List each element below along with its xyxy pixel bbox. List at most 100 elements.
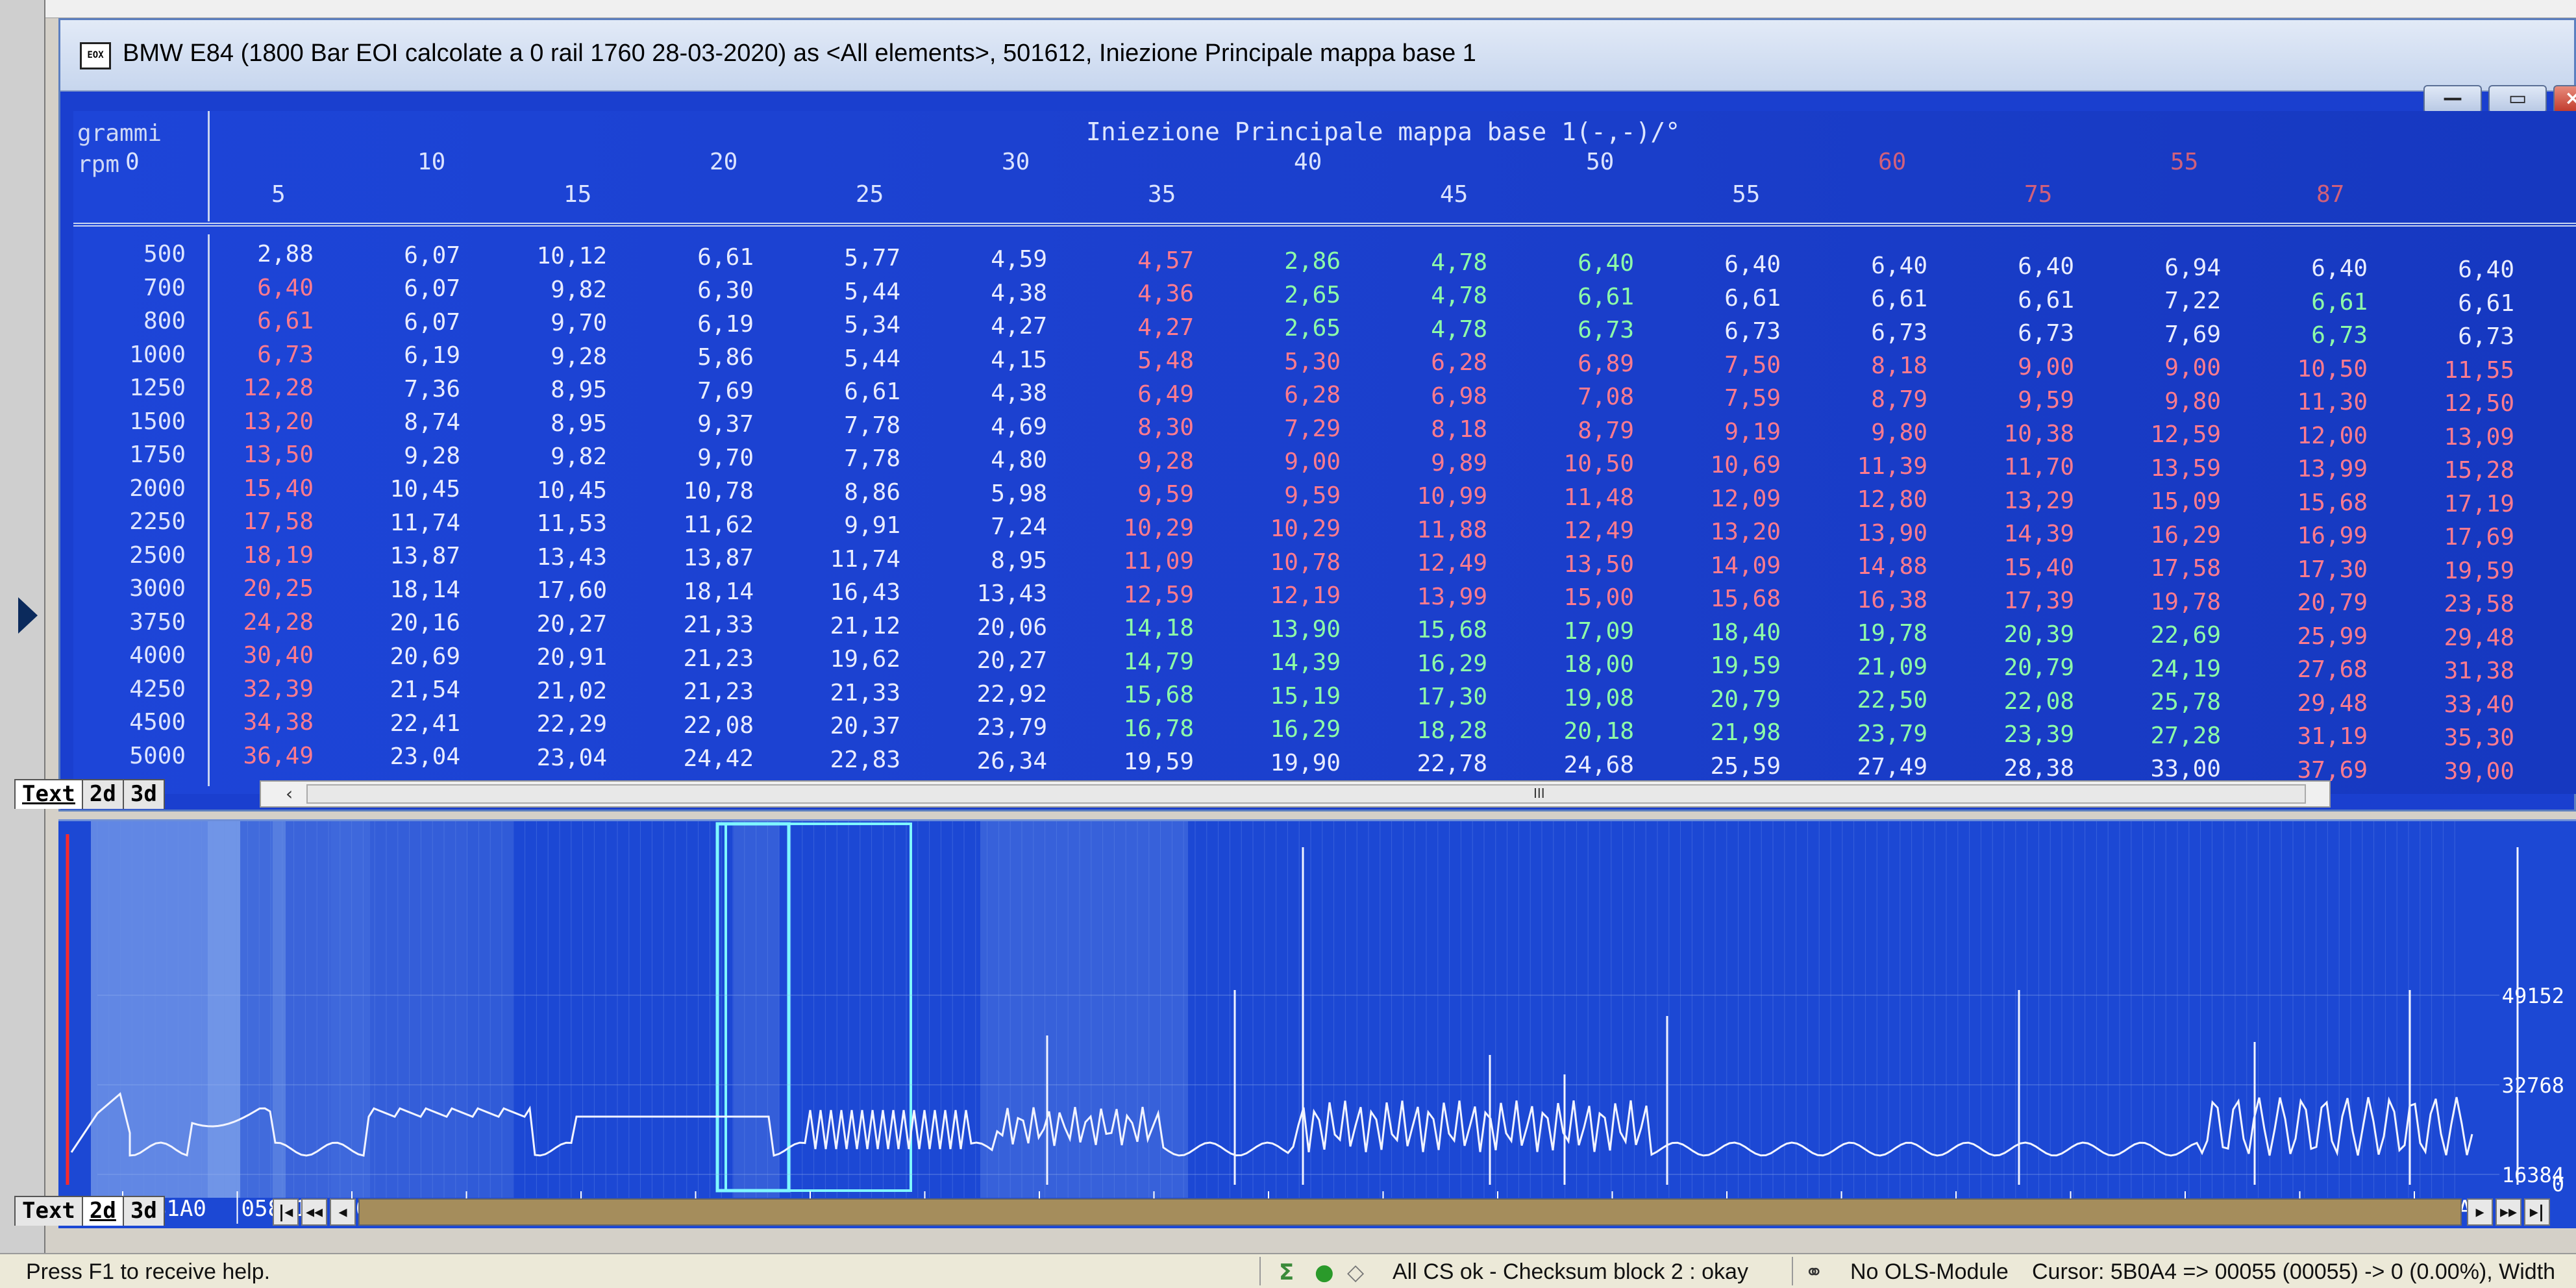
hex-first-button[interactable]: |◂ bbox=[273, 1198, 299, 1226]
map-cell[interactable]: 5,34 bbox=[771, 312, 900, 338]
map-cell[interactable]: 15,40 bbox=[1944, 554, 2074, 581]
map-cell[interactable]: 19,62 bbox=[771, 646, 900, 673]
map-cell[interactable]: 20,91 bbox=[477, 644, 607, 671]
map-cell[interactable]: 13,50 bbox=[184, 441, 314, 468]
map-cell[interactable]: 6,40 bbox=[1798, 253, 1927, 279]
panel-arrow-icon[interactable] bbox=[18, 597, 38, 634]
map-cell[interactable]: 19,59 bbox=[2384, 558, 2514, 584]
map-cell[interactable]: 36,49 bbox=[184, 743, 314, 769]
map-cell[interactable]: 14,88 bbox=[1798, 553, 1927, 580]
map-cell[interactable]: 12,28 bbox=[184, 375, 314, 401]
map-cell[interactable]: 15,28 bbox=[2384, 457, 2514, 484]
map-cell[interactable]: 12,09 bbox=[1651, 486, 1781, 512]
map-cell[interactable]: 6,73 bbox=[1944, 320, 2074, 347]
map-cell[interactable]: 13,87 bbox=[330, 543, 460, 569]
map-cell[interactable]: 10,45 bbox=[477, 477, 607, 504]
map-cell[interactable]: 13,29 bbox=[1944, 488, 2074, 514]
map-cell[interactable]: 9,70 bbox=[624, 445, 754, 471]
map-cell[interactable]: 9,91 bbox=[771, 512, 900, 539]
map-cell[interactable]: 20,25 bbox=[184, 575, 314, 602]
map-cell[interactable]: 6,07 bbox=[330, 242, 460, 269]
map-cell[interactable]: 22,92 bbox=[917, 681, 1047, 708]
map-cell[interactable]: 18,00 bbox=[1504, 651, 1634, 678]
map-cell[interactable]: 4,78 bbox=[1357, 282, 1487, 309]
map-cell[interactable]: 26,34 bbox=[917, 748, 1047, 774]
map-cell[interactable]: 2,86 bbox=[1211, 248, 1341, 275]
map-cell[interactable]: 16,29 bbox=[1357, 650, 1487, 677]
map-cell[interactable]: 20,16 bbox=[330, 610, 460, 636]
map-cell[interactable]: 6,07 bbox=[330, 275, 460, 302]
map-cell[interactable]: 12,59 bbox=[2091, 421, 2221, 448]
map-cell[interactable]: 6,61 bbox=[1651, 285, 1781, 312]
map-cell[interactable]: 20,79 bbox=[2238, 589, 2368, 616]
map-cell[interactable]: 10,78 bbox=[624, 478, 754, 504]
map-cell[interactable]: 9,00 bbox=[1944, 354, 2074, 380]
map-cell[interactable]: 6,40 bbox=[2238, 255, 2368, 282]
map-cell[interactable]: 4,69 bbox=[917, 414, 1047, 440]
map-window-icon[interactable]: EOX bbox=[80, 42, 111, 69]
map-cell[interactable]: 7,50 bbox=[1651, 352, 1781, 378]
map-cell[interactable]: 13,43 bbox=[477, 544, 607, 571]
map-cell[interactable]: 7,69 bbox=[2091, 321, 2221, 348]
map-cell[interactable]: 16,29 bbox=[2091, 522, 2221, 549]
map-cell[interactable]: 8,74 bbox=[330, 409, 460, 436]
map-cell[interactable]: 18,19 bbox=[184, 542, 314, 569]
map-cell[interactable]: 9,70 bbox=[477, 310, 607, 336]
map-cell[interactable]: 5,86 bbox=[624, 344, 754, 371]
map-cell[interactable]: 6,28 bbox=[1211, 382, 1341, 408]
map-cell[interactable]: 9,00 bbox=[2091, 354, 2221, 381]
hex-scrollbar[interactable] bbox=[358, 1198, 2462, 1226]
map-cell[interactable]: 19,90 bbox=[1211, 750, 1341, 776]
hex-tab-text[interactable]: Text bbox=[14, 1196, 83, 1226]
map-cell[interactable]: 7,22 bbox=[2091, 288, 2221, 314]
map-cell[interactable]: 20,69 bbox=[330, 643, 460, 670]
title-bar[interactable]: EOX BMW E84 (1800 Bar EOI calcolate a 0 … bbox=[60, 20, 2574, 92]
map-cell[interactable]: 4,27 bbox=[917, 313, 1047, 340]
map-cell[interactable]: 17,09 bbox=[1504, 618, 1634, 645]
map-cell[interactable]: 17,30 bbox=[1357, 684, 1487, 710]
map-cell[interactable]: 6,98 bbox=[1357, 383, 1487, 410]
map-cell[interactable]: 6,40 bbox=[1504, 250, 1634, 277]
map-cell[interactable]: 15,09 bbox=[2091, 488, 2221, 515]
hex-tab-3d[interactable]: 3d bbox=[122, 1196, 165, 1226]
map-cell[interactable]: 20,27 bbox=[477, 611, 607, 638]
map-cell[interactable]: 12,80 bbox=[1798, 486, 1927, 513]
minimize-button[interactable]: — bbox=[2423, 85, 2482, 114]
hex-last-button[interactable]: ▸| bbox=[2524, 1198, 2550, 1226]
map-cell[interactable]: 24,42 bbox=[624, 745, 754, 772]
map-cell[interactable]: 6,61 bbox=[1504, 284, 1634, 310]
map-cell[interactable]: 14,39 bbox=[1211, 649, 1341, 676]
map-cell[interactable]: 22,69 bbox=[2091, 622, 2221, 649]
tab-2d[interactable]: 2d bbox=[81, 779, 124, 809]
map-cell[interactable]: 9,80 bbox=[1798, 419, 1927, 446]
map-cell[interactable]: 10,29 bbox=[1064, 515, 1194, 541]
map-cell[interactable]: 5,44 bbox=[771, 345, 900, 372]
map-cell[interactable]: 11,53 bbox=[477, 510, 607, 537]
map-cell[interactable]: 23,04 bbox=[477, 745, 607, 771]
map-cell[interactable]: 6,19 bbox=[624, 311, 754, 338]
map-cell[interactable]: 11,74 bbox=[330, 510, 460, 536]
map-cell[interactable]: 28,38 bbox=[1944, 755, 2074, 782]
map-cell[interactable]: 6,61 bbox=[1798, 286, 1927, 312]
map-cell[interactable]: 9,59 bbox=[1064, 481, 1194, 508]
map-cell[interactable]: 34,38 bbox=[184, 709, 314, 736]
hex-prev-button[interactable]: ◂ bbox=[330, 1198, 356, 1226]
map-cell[interactable]: 10,99 bbox=[1357, 483, 1487, 510]
map-cell[interactable]: 12,49 bbox=[1357, 550, 1487, 576]
map-cell[interactable]: 13,09 bbox=[2384, 424, 2514, 451]
map-cell[interactable]: 2,88 bbox=[184, 241, 314, 267]
map-cell[interactable]: 14,39 bbox=[1944, 521, 2074, 547]
map-cell[interactable]: 15,19 bbox=[1211, 683, 1341, 710]
map-cell[interactable]: 6,61 bbox=[2384, 290, 2514, 317]
map-cell[interactable]: 6,19 bbox=[330, 342, 460, 369]
map-cell[interactable]: 20,37 bbox=[771, 713, 900, 739]
hex-prev-page-button[interactable]: ◂◂ bbox=[301, 1198, 327, 1226]
map-cell[interactable]: 21,23 bbox=[624, 678, 754, 705]
map-cell[interactable]: 11,62 bbox=[624, 512, 754, 538]
map-horizontal-scrollbar[interactable]: III bbox=[260, 780, 2331, 808]
map-cell[interactable]: 6,40 bbox=[184, 275, 314, 301]
map-cell[interactable]: 17,69 bbox=[2384, 524, 2514, 551]
map-cell[interactable]: 15,68 bbox=[1357, 617, 1487, 643]
map-cell[interactable]: 17,58 bbox=[2091, 555, 2221, 582]
map-cell[interactable]: 6,61 bbox=[2238, 289, 2368, 316]
